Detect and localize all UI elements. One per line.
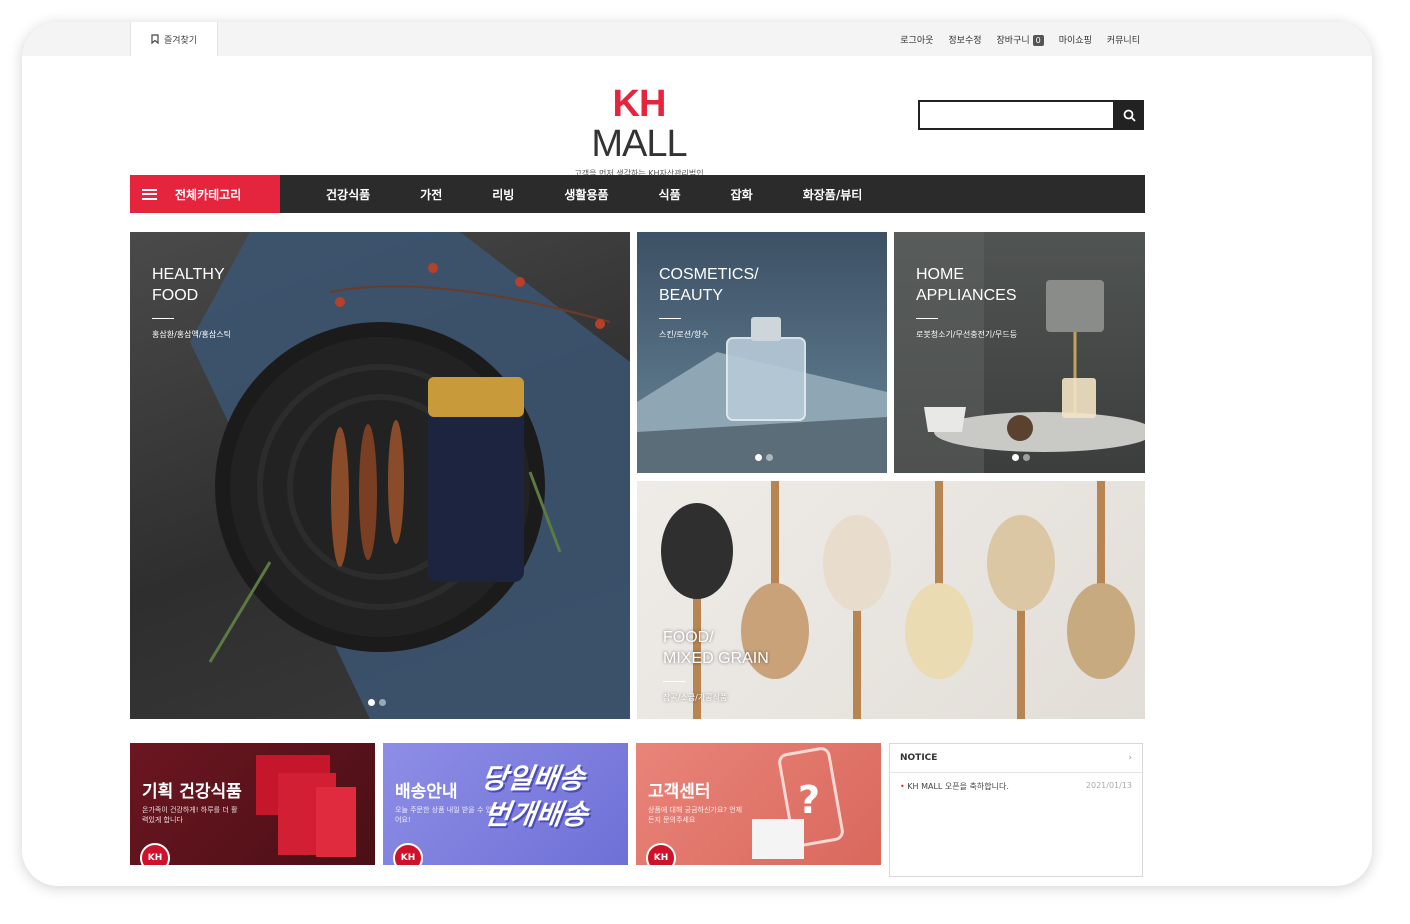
- search-input[interactable]: [918, 100, 1116, 130]
- search-icon: [1123, 109, 1136, 122]
- notice-header: NOTICE ›: [890, 744, 1142, 773]
- nav-item-goods[interactable]: 잡화: [731, 186, 753, 203]
- notice-item-date: 2021/01/13: [1085, 781, 1132, 790]
- delivery-headline: 당일배송 번개배송: [474, 761, 595, 833]
- banner-title-line1: HOME: [916, 266, 964, 283]
- promo-delivery[interactable]: 배송안내 오늘 주문한 상품 내일 받을 수 있어요! 당일배송 번개배송 KH: [383, 743, 628, 865]
- bookmark-label: 즐겨찾기: [163, 35, 198, 46]
- search-bar: [918, 100, 1144, 130]
- main-nav: 전체카테고리 건강식품 가전 리빙 생활용품 식품 잡화 화장품/뷰티: [130, 175, 1145, 213]
- nav-item-food[interactable]: 식품: [659, 186, 681, 203]
- carousel-dots: [368, 699, 386, 706]
- nav-item-household[interactable]: 생활용품: [564, 186, 608, 203]
- banner-subtitle: 로봇청소기/무선충전기/무드등: [916, 330, 1018, 339]
- kh-badge: KH: [646, 843, 676, 865]
- cart-label: 장바구니: [996, 35, 1030, 46]
- kh-badge: KH: [140, 843, 170, 865]
- carousel-dot[interactable]: [1012, 454, 1019, 461]
- promo-title: 배송안내: [395, 782, 458, 802]
- carousel-dot[interactable]: [1023, 454, 1030, 461]
- banner-title-line2: MIXED GRAIN: [663, 650, 769, 667]
- nav-item-health[interactable]: 건강식품: [326, 186, 370, 203]
- carousel-dot[interactable]: [755, 454, 762, 461]
- all-categories-label: 전체카테고리: [175, 187, 242, 202]
- bookmark-button[interactable]: 즐겨찾기: [130, 22, 218, 56]
- logo-mall: MALL: [591, 123, 687, 165]
- carousel-dot[interactable]: [368, 699, 375, 706]
- banner-subtitle: 홍삼환/홍삼액/홍삼스틱: [152, 330, 231, 339]
- promo-title: 기획 건강식품: [142, 782, 242, 802]
- edit-info-link[interactable]: 정보수정: [948, 33, 981, 46]
- search-button[interactable]: [1115, 100, 1144, 130]
- notice-item-text: KH MALL 오픈을 축하합니다.: [907, 782, 1009, 791]
- delivery-headline-1: 당일배송: [479, 762, 587, 795]
- browser-frame: 즐겨찾기 로그아웃 정보수정 장바구니 0 마이쇼핑 커뮤니티 KH MALL 고…: [22, 22, 1372, 886]
- bookmark-icon: [151, 34, 159, 44]
- banner-subtitle: 스킨/로션/향수: [659, 330, 709, 339]
- banner-title-line2: FOOD: [152, 287, 199, 304]
- site-logo[interactable]: KH MALL 고객을 먼저 생각하는 KH자산관리법인: [566, 84, 712, 179]
- promo-customer-center[interactable]: ? 고객센터 상품에 대해 궁금하신가요? 언제든지 문의주세요 KH: [636, 743, 881, 865]
- banner-subtitle: 잡곡/소금/가공식품: [663, 693, 728, 702]
- logo-kh: KH: [612, 83, 667, 125]
- cart-link[interactable]: 장바구니 0: [997, 33, 1044, 46]
- delivery-headline-2: 번개배송: [482, 798, 590, 831]
- banner-title-line2: APPLIANCES: [916, 287, 1017, 304]
- notice-item[interactable]: • KH MALL 오픈을 축하합니다. 2021/01/13: [890, 773, 1142, 800]
- banner-mixed-grain[interactable]: FOOD/ MIXED GRAIN 잡곡/소금/가공식품: [637, 481, 1145, 719]
- promo-subtitle: 상품에 대해 궁금하신가요? 언제든지 문의주세요: [648, 806, 743, 824]
- carousel-dots: [755, 454, 773, 461]
- banner-cosmetics[interactable]: COSMETICS/ BEAUTY 스킨/로션/향수: [637, 232, 887, 473]
- banner-title-line2: BEAUTY: [659, 287, 724, 304]
- carousel-dot[interactable]: [379, 699, 386, 706]
- notice-title: NOTICE: [900, 753, 938, 763]
- promo-title: 고객센터: [648, 782, 711, 802]
- logout-link[interactable]: 로그아웃: [900, 33, 933, 46]
- menu-icon: [142, 188, 157, 200]
- carousel-dots: [1012, 454, 1030, 461]
- utility-links: 로그아웃 정보수정 장바구니 0 마이쇼핑 커뮤니티: [900, 22, 1140, 56]
- gift-set-image: [256, 755, 356, 857]
- carousel-dot[interactable]: [766, 454, 773, 461]
- top-utility-bar: 즐겨찾기 로그아웃 정보수정 장바구니 0 마이쇼핑 커뮤니티: [22, 22, 1372, 56]
- notice-box: NOTICE › • KH MALL 오픈을 축하합니다. 2021/01/13: [889, 743, 1143, 877]
- phone-question-image: ?: [752, 747, 844, 859]
- nav-item-beauty[interactable]: 화장품/뷰티: [803, 186, 863, 203]
- svg-text:?: ?: [798, 778, 820, 822]
- my-shopping-link[interactable]: 마이쇼핑: [1059, 33, 1092, 46]
- banner-home-appliances[interactable]: HOME APPLIANCES 로봇청소기/무선충전기/무드등: [894, 232, 1145, 473]
- banner-title-line1: FOOD/: [663, 629, 714, 646]
- banner-healthy-food[interactable]: HEALTHY FOOD 홍삼환/홍삼액/홍삼스틱: [130, 232, 630, 719]
- all-categories-button[interactable]: 전체카테고리: [130, 175, 280, 213]
- banner-title-line1: HEALTHY: [152, 266, 225, 283]
- cart-count-badge: 0: [1032, 34, 1044, 46]
- community-link[interactable]: 커뮤니티: [1107, 33, 1140, 46]
- promo-subtitle: 온가족이 건강하게! 하루를 더 활력있게 합니다: [142, 806, 238, 824]
- kh-badge: KH: [393, 843, 423, 865]
- notice-more-icon[interactable]: ›: [1128, 753, 1132, 763]
- banner-title-line1: COSMETICS/: [659, 266, 759, 283]
- nav-item-living[interactable]: 리빙: [492, 186, 514, 203]
- promo-health-food[interactable]: 기획 건강식품 온가족이 건강하게! 하루를 더 활력있게 합니다 KH: [130, 743, 375, 865]
- nav-item-appliance[interactable]: 가전: [420, 186, 442, 203]
